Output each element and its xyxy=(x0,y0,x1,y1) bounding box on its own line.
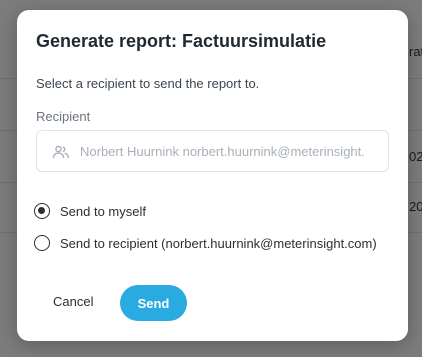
dialog-description: Select a recipient to send the report to… xyxy=(36,76,260,91)
row-cell-fragment: 02 xyxy=(409,149,422,164)
recipient-label: Recipient xyxy=(36,109,91,124)
dialog-title: Generate report: Factuursimulatie xyxy=(36,31,327,51)
users-icon xyxy=(52,144,70,160)
cancel-button[interactable]: Cancel xyxy=(41,288,105,316)
column-header-fragment: rat xyxy=(409,44,422,59)
recipient-field[interactable]: Norbert Huurnink norbert.huurnink@meteri… xyxy=(36,130,389,172)
recipient-value: Norbert Huurnink norbert.huurnink@meteri… xyxy=(80,144,365,159)
send-to-myself-label: Send to myself xyxy=(60,203,146,219)
generate-report-dialog: Generate report: Factuursimulatie Select… xyxy=(17,10,408,341)
send-to-myself-option[interactable]: Send to myself xyxy=(34,203,146,219)
send-button[interactable]: Send xyxy=(120,285,187,321)
send-to-recipient-label: Send to recipient (norbert.huurnink@mete… xyxy=(60,235,377,251)
send-to-recipient-option[interactable]: Send to recipient (norbert.huurnink@mete… xyxy=(34,235,377,251)
send-to-recipient-radio[interactable] xyxy=(34,235,50,251)
send-to-myself-radio[interactable] xyxy=(34,203,50,219)
row-cell-fragment: 20 xyxy=(409,199,422,214)
